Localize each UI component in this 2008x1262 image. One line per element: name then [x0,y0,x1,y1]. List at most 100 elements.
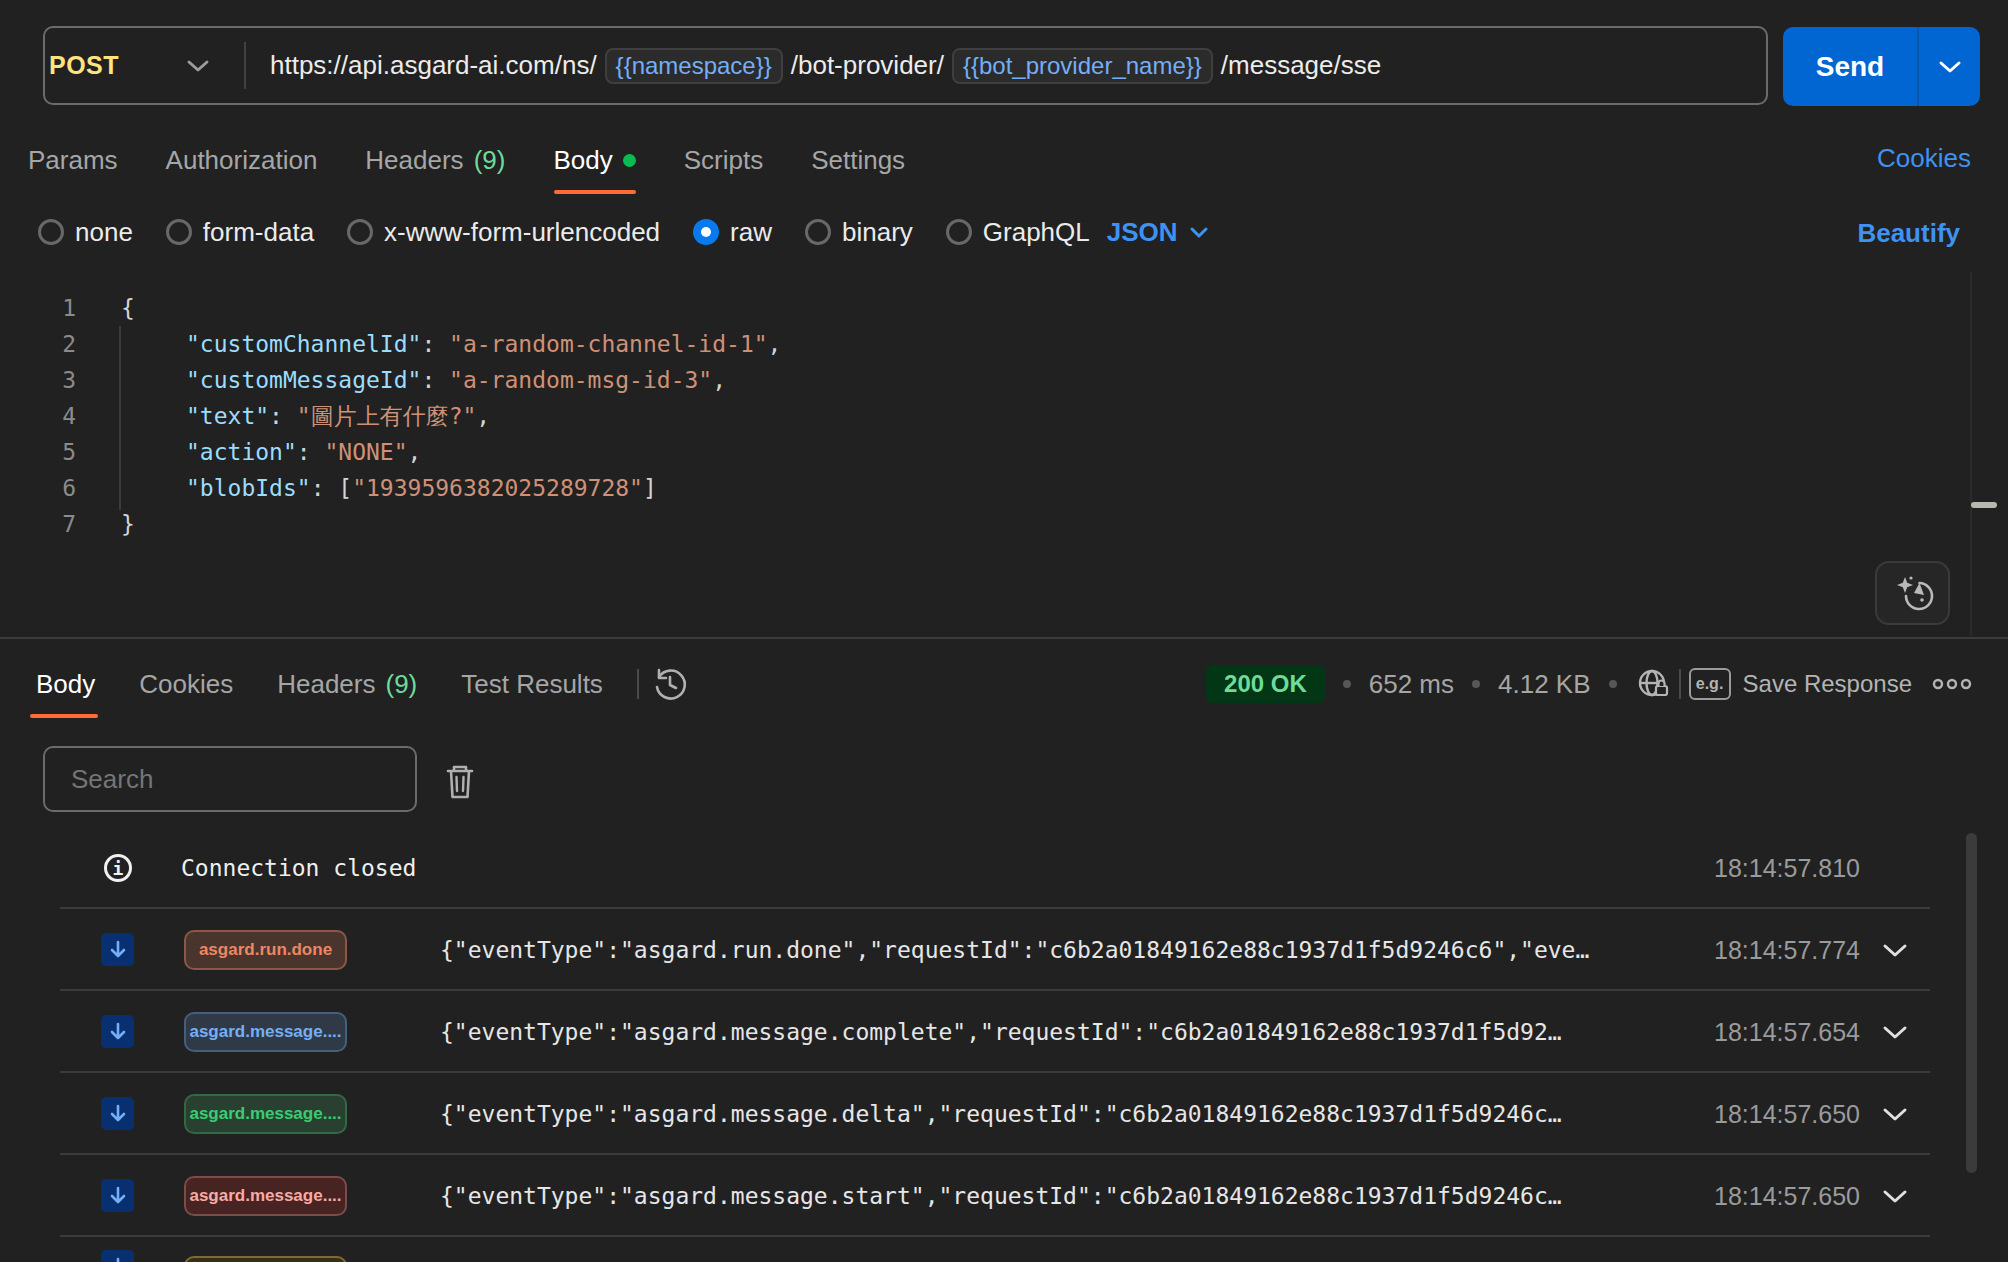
tab-headers[interactable]: Headers(9) [365,145,505,176]
url-suffix: /message/sse [1221,50,1381,81]
beautify-link[interactable]: Beautify [1857,218,1960,249]
url-variable-bot-provider-name[interactable]: {{bot_provider_name}} [952,48,1213,84]
event-json-preview: {"eventType":"asgard.message.start","req… [440,1155,1562,1237]
response-tab-test-results[interactable]: Test Results [461,669,603,700]
editor-line-numbers: 1 2 3 4 5 6 7 [0,290,76,542]
radio-icon [946,219,972,245]
response-row-event[interactable] [0,1237,2008,1262]
send-button[interactable]: Send [1783,27,1917,106]
mode-raw[interactable]: raw [693,217,772,248]
radio-icon [805,219,831,245]
response-active-tab-underline [30,714,98,718]
send-options-button[interactable] [1919,27,1980,106]
download-arrow-icon [101,1250,134,1262]
search-input[interactable] [45,764,415,795]
status-bar-divider [1679,669,1681,699]
history-icon[interactable] [651,665,689,703]
event-type-badge: asgard.run.done [184,930,347,970]
row-timestamp: 18:14:57.654 [1714,991,1860,1073]
body-type-selector[interactable]: JSON [1107,217,1208,248]
url-mid: /bot-provider/ [791,50,944,81]
mode-binary[interactable]: binary [805,217,913,248]
expand-chevron-icon[interactable] [1882,1073,1908,1155]
mode-none[interactable]: none [38,217,133,248]
event-type-badge: asgard.message.... [184,1012,347,1052]
response-tabs: Body Cookies Headers(9) Test Results [36,652,689,716]
row-timestamp: 18:14:57.810 [1714,827,1860,909]
method-url-divider [244,42,246,89]
tab-settings[interactable]: Settings [811,145,905,176]
request-body-editor[interactable]: 1 2 3 4 5 6 7 {"customChannelId": "a-ran… [0,272,2008,636]
radio-icon [166,219,192,245]
event-type-badge: asgard.message.... [184,1094,347,1134]
radio-icon [693,219,719,245]
expand-chevron-icon[interactable] [1882,909,1908,991]
event-json-preview: {"eventType":"asgard.message.delta","req… [440,1073,1562,1155]
response-row-event[interactable]: asgard.message.... {"eventType":"asgard.… [0,991,2008,1073]
chevron-down-icon [1938,60,1962,74]
response-rows: i Connection closed 18:14:57.810 asgard.… [0,827,2008,1262]
url-input[interactable]: https://api.asgard-ai.com/ns/ {{namespac… [270,48,1381,84]
response-row-event[interactable]: asgard.message.... {"eventType":"asgard.… [0,1155,2008,1237]
save-response-button[interactable]: e.g. Save Response [1689,668,1912,700]
response-status-bar: 200 OK 652 ms 4.12 KB e.g. Save Response [1206,652,1974,716]
chevron-down-icon [1190,227,1208,238]
event-json-preview: {"eventType":"asgard.message.complete","… [440,991,1562,1073]
response-scrollbar[interactable] [1966,833,1977,1173]
mode-graphql[interactable]: GraphQL [946,217,1090,248]
dot-separator [1472,680,1480,688]
network-globe-icon[interactable] [1635,666,1671,702]
mode-x-www-form-urlencoded[interactable]: x-www-form-urlencoded [347,217,660,248]
postbot-button[interactable] [1875,561,1950,625]
dot-separator [1609,680,1617,688]
download-arrow-icon [101,1179,134,1212]
request-url-bar: POST https://api.asgard-ai.com/ns/ {{nam… [43,26,1768,105]
row-timestamp: 18:14:57.774 [1714,909,1860,991]
mode-form-data[interactable]: form-data [166,217,314,248]
editor-scrollbar-thumb[interactable] [1971,502,1997,508]
request-response-divider [0,637,2008,639]
response-row-event[interactable]: asgard.run.done {"eventType":"asgard.run… [0,909,2008,991]
body-mode-options: none form-data x-www-form-urlencoded raw… [38,209,1208,255]
expand-chevron-icon[interactable] [1882,1155,1908,1237]
response-tab-headers[interactable]: Headers(9) [277,669,417,700]
example-icon: e.g. [1689,668,1731,700]
response-size[interactable]: 4.12 KB [1498,669,1591,700]
postbot-icon [1891,571,1935,615]
download-arrow-icon [101,933,134,966]
response-time[interactable]: 652 ms [1369,669,1454,700]
chevron-down-icon [186,59,210,73]
headers-count: (9) [474,145,506,176]
request-tabs: Params Authorization Headers(9) Body Scr… [28,132,905,188]
response-tab-cookies[interactable]: Cookies [139,669,233,700]
radio-icon [38,219,64,245]
method-selector[interactable]: POST [45,51,244,80]
status-badge[interactable]: 200 OK [1206,665,1325,703]
response-row-event[interactable]: asgard.message.... {"eventType":"asgard.… [0,1073,2008,1155]
response-tab-body[interactable]: Body [36,669,95,700]
event-type-badge [184,1256,347,1262]
event-json-preview: {"eventType":"asgard.run.done","requestI… [440,909,1589,991]
download-arrow-icon [101,1097,134,1130]
row-timestamp: 18:14:57.650 [1714,1155,1860,1237]
active-tab-underline [554,190,636,194]
more-options-icon[interactable] [1930,674,1974,694]
body-modified-dot [623,154,636,167]
response-headers-count: (9) [385,669,417,700]
url-variable-namespace[interactable]: {{namespace}} [605,48,783,84]
response-tabs-divider [637,669,639,699]
cookies-link[interactable]: Cookies [1877,143,1971,174]
editor-code: {"customChannelId": "a-random-channel-id… [121,290,781,542]
trash-icon[interactable] [440,760,480,804]
expand-chevron-icon[interactable] [1882,991,1908,1073]
tab-scripts[interactable]: Scripts [684,145,763,176]
row-timestamp: 18:14:57.650 [1714,1073,1860,1155]
tab-authorization[interactable]: Authorization [166,145,318,176]
tab-params[interactable]: Params [28,145,118,176]
tab-body[interactable]: Body [553,145,635,176]
info-icon: i [104,854,132,882]
response-row-info[interactable]: i Connection closed 18:14:57.810 [0,827,2008,909]
editor-scrollbar-track [1970,272,1972,636]
url-prefix: https://api.asgard-ai.com/ns/ [270,50,597,81]
send-button-group: Send [1783,27,1980,106]
